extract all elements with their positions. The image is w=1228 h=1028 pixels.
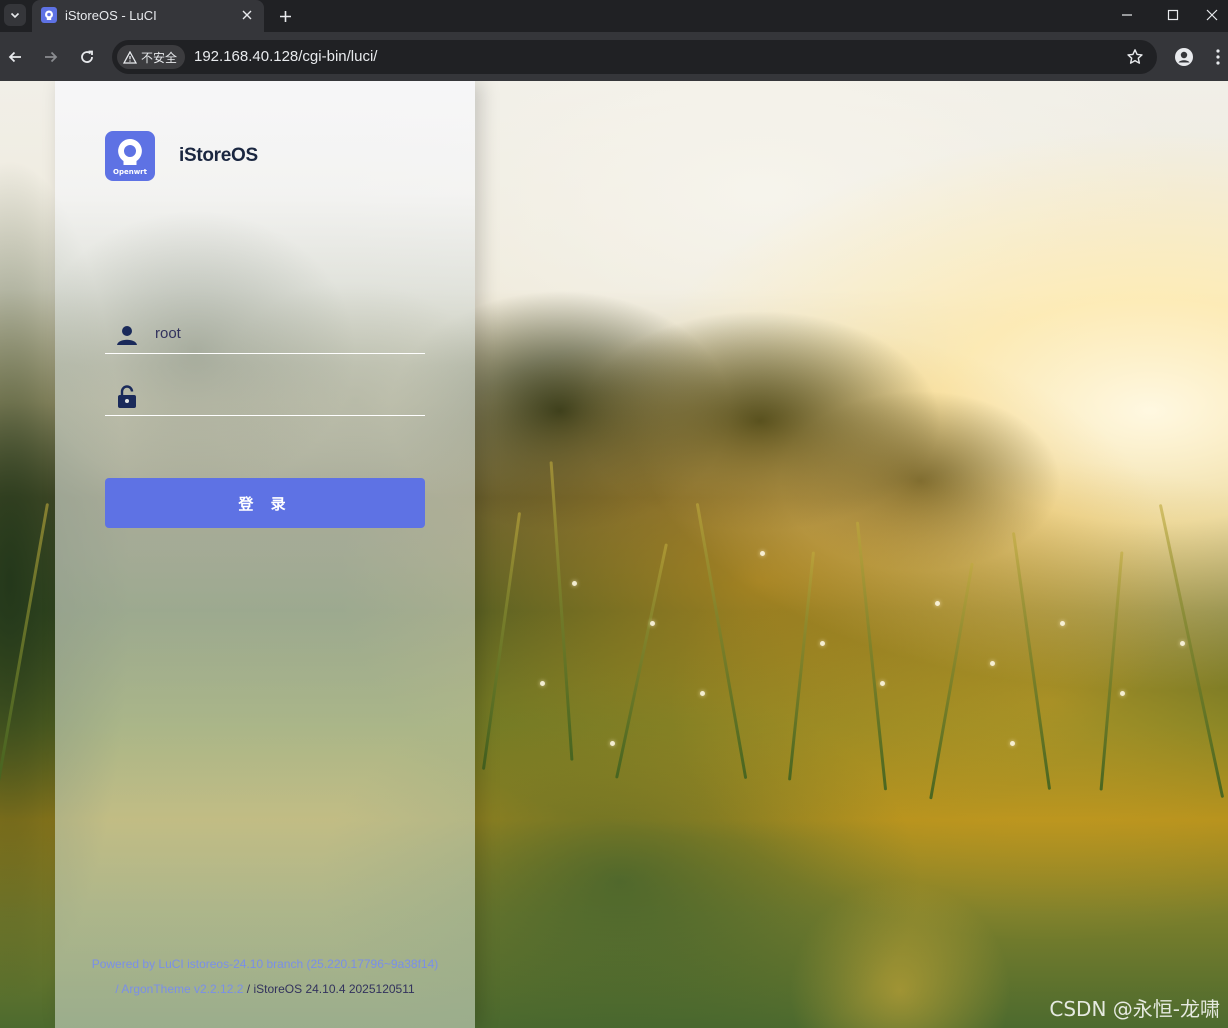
footer-version-line: / ArgonTheme v2.2.12.2 / iStoreOS 24.10.… [55,982,475,996]
istoreos-logo-icon [118,138,142,165]
footer-separator: / [115,982,119,996]
password-field [105,375,425,416]
unlock-icon [115,385,139,409]
user-icon [115,323,139,347]
password-input[interactable] [153,379,425,411]
reload-button[interactable] [74,44,100,70]
maximize-button[interactable] [1150,0,1196,30]
chevron-down-icon [10,12,20,19]
username-input[interactable] [153,317,425,349]
security-label: 不安全 [141,50,178,65]
forward-button[interactable] [38,44,64,70]
account-icon [1175,48,1193,66]
back-button[interactable] [2,44,28,70]
footer-powered-by[interactable]: Powered by LuCI istoreos-24.10 branch (2… [55,957,475,971]
more-vert-icon [1216,49,1220,65]
arrow-right-icon [45,51,58,63]
close-window-button[interactable] [1196,0,1228,30]
tab-strip: iStoreOS - LuCI [0,0,1228,32]
browser-menu-button[interactable] [1208,43,1228,71]
security-chip[interactable]: 不安全 [117,45,185,69]
brand-name: iStoreOS [179,145,258,166]
browser-tab-active[interactable]: iStoreOS - LuCI [32,0,264,32]
close-icon [1206,9,1218,21]
reload-icon [81,50,93,63]
page-viewport: Openwrt iStoreOS 登 录 Powered by LuCI ist… [0,81,1228,1028]
browser-toolbar: 不安全 192.168.40.128/cgi-bin/luci/ [0,32,1228,81]
panel-background-blur [55,81,475,1028]
maximize-icon [1167,9,1179,21]
argon-theme-link[interactable]: ArgonTheme v2.2.12.2 [121,982,243,996]
address-bar[interactable]: 不安全 192.168.40.128/cgi-bin/luci/ [112,40,1157,74]
tab-title: iStoreOS - LuCI [65,8,157,23]
login-panel: Openwrt iStoreOS 登 录 Powered by LuCI ist… [55,81,475,1028]
close-tab-icon[interactable] [238,6,256,24]
login-button[interactable]: 登 录 [105,478,425,528]
arrow-left-icon [8,51,21,63]
plus-icon [279,10,291,22]
minimize-icon [1122,14,1132,16]
username-field [105,313,425,354]
footer-separator: / [246,982,251,996]
warning-icon [123,50,137,64]
new-tab-button[interactable] [272,3,298,29]
firmware-version: iStoreOS 24.10.4 2025120511 [253,982,415,996]
url-text[interactable]: 192.168.40.128/cgi-bin/luci/ [194,48,377,65]
logo-caption: Openwrt [113,167,147,176]
watermark-text: CSDN @永恒-龙啸 [1049,997,1220,1021]
profile-button[interactable] [1170,43,1198,71]
minimize-button[interactable] [1104,0,1150,30]
bookmark-star-icon[interactable] [1125,47,1145,67]
openwrt-logo: Openwrt [105,131,155,181]
tab-search-button[interactable] [4,4,26,26]
istoreos-favicon-icon [41,7,57,23]
